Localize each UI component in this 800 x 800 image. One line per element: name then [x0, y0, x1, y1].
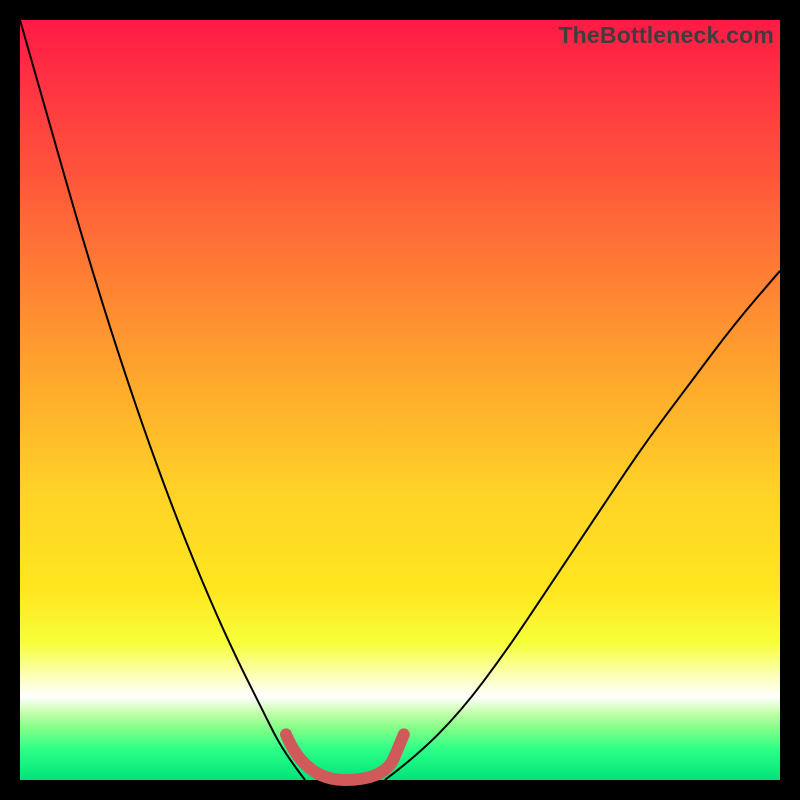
series-right-curve: [385, 271, 780, 780]
series-left-curve: [20, 20, 305, 780]
series-center-bracket: [286, 734, 404, 780]
chart-frame: TheBottleneck.com: [0, 0, 800, 800]
plot-area: TheBottleneck.com: [20, 20, 780, 780]
chart-svg: [20, 20, 780, 780]
